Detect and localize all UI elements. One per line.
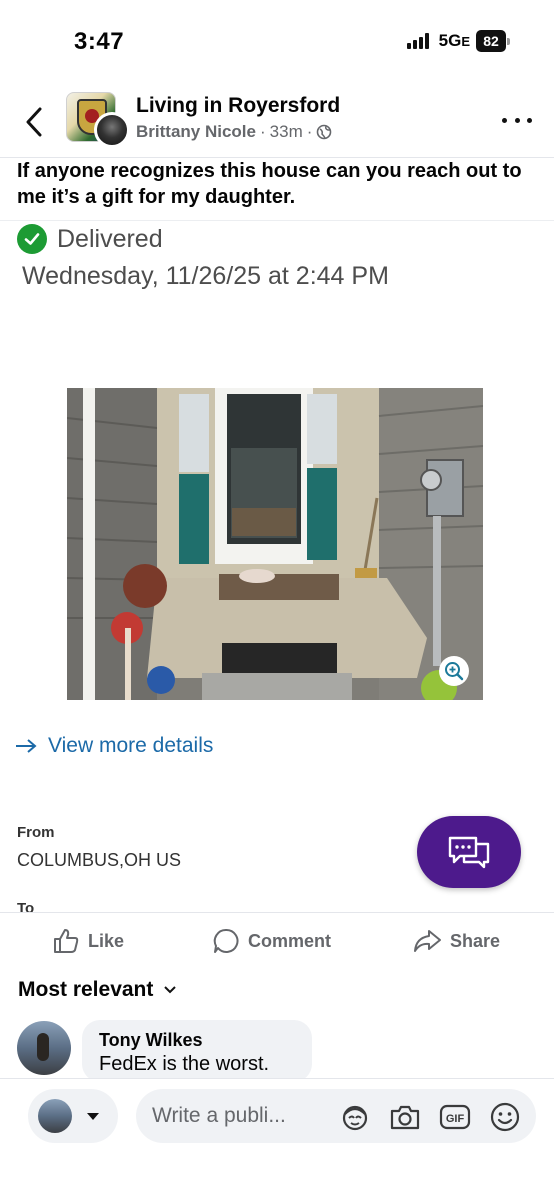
chat-button[interactable] [417, 816, 521, 888]
post-text: If anyone recognizes this house can you … [17, 160, 522, 208]
sort-label: Most relevant [18, 978, 154, 1001]
globe-icon [317, 124, 332, 140]
more-dots-icon [502, 117, 507, 123]
comment-input[interactable]: Write a publi... GIF [136, 1089, 536, 1143]
status-indicators: 5GE 82 [406, 30, 510, 52]
battery-level: 82 [476, 30, 506, 52]
delivery-status: Delivered [17, 224, 163, 254]
share-arrow-icon [414, 930, 441, 952]
view-more-label: View more details [48, 734, 214, 757]
author-avatar[interactable] [94, 112, 130, 148]
avatar-sticker-icon [342, 1105, 368, 1131]
chevron-down-icon [164, 986, 177, 994]
delivery-photo[interactable] [67, 388, 483, 700]
composer-tools: GIF [338, 1100, 522, 1134]
arrow-right-icon [16, 739, 37, 753]
comment-text: FedEx is the worst. [99, 1053, 270, 1075]
gif-button[interactable]: GIF [438, 1100, 472, 1134]
post-time[interactable]: 33m [270, 122, 303, 142]
avatar-sticker-button[interactable] [338, 1100, 372, 1134]
camera-icon [390, 1105, 420, 1130]
more-options-button[interactable] [502, 108, 532, 132]
view-more-details-link[interactable]: View more details [14, 734, 213, 758]
status-time: 3:47 [74, 28, 125, 55]
check-circle-icon [17, 224, 47, 254]
delivered-label: Delivered [57, 224, 163, 253]
comment-as-selector[interactable] [28, 1089, 118, 1143]
porch-photo [67, 388, 483, 700]
delivery-date: Wednesday, 11/26/25 at 2:44 PM [22, 262, 389, 290]
caret-down-icon [87, 1113, 99, 1120]
comment-composer: Write a publi... GIF [0, 1078, 554, 1200]
svg-text:GIF: GIF [446, 1113, 465, 1125]
gif-icon: GIF [439, 1104, 471, 1130]
from-value: COLUMBUS,OH US [17, 850, 182, 870]
comment-author[interactable]: Tony Wilkes [99, 1030, 295, 1051]
network-label: 5GE [438, 31, 470, 50]
comment-button[interactable]: Comment [212, 927, 331, 955]
divider [0, 220, 554, 221]
commenter-avatar[interactable] [17, 1021, 71, 1075]
post-header: Living in Royersford Brittany Nicole · 3… [0, 86, 554, 158]
emoji-button[interactable] [488, 1100, 522, 1134]
chat-bubbles-icon [448, 836, 490, 869]
comment-sort-dropdown[interactable]: Most relevant [18, 978, 177, 1002]
camera-button[interactable] [388, 1100, 422, 1134]
post-actions: Like Comment Share [0, 912, 554, 970]
signal-icon [406, 33, 429, 49]
emoji-icon [490, 1102, 520, 1132]
zoom-in-icon [445, 662, 464, 681]
like-button[interactable]: Like [52, 927, 124, 955]
status-bar: 3:47 5GE 82 [0, 0, 554, 82]
post-meta: Brittany Nicole · 33m · [136, 122, 332, 142]
thumbs-up-icon [54, 929, 79, 953]
group-name[interactable]: Living in Royersford [136, 94, 340, 118]
author-name[interactable]: Brittany Nicole [136, 122, 256, 142]
share-button[interactable]: Share [412, 927, 500, 955]
post-avatars[interactable] [66, 92, 130, 148]
chevron-left-icon [26, 107, 42, 137]
back-button[interactable] [20, 104, 48, 140]
composer-avatar [38, 1099, 72, 1133]
from-label: From [17, 824, 55, 841]
battery-icon: 82 [476, 30, 510, 52]
comment-bubble[interactable]: Tony Wilkes FedEx is the worst. [82, 1020, 312, 1082]
comment-bubble-icon [213, 928, 239, 953]
comment-placeholder: Write a publi... [152, 1104, 286, 1127]
zoom-button[interactable] [439, 656, 469, 686]
